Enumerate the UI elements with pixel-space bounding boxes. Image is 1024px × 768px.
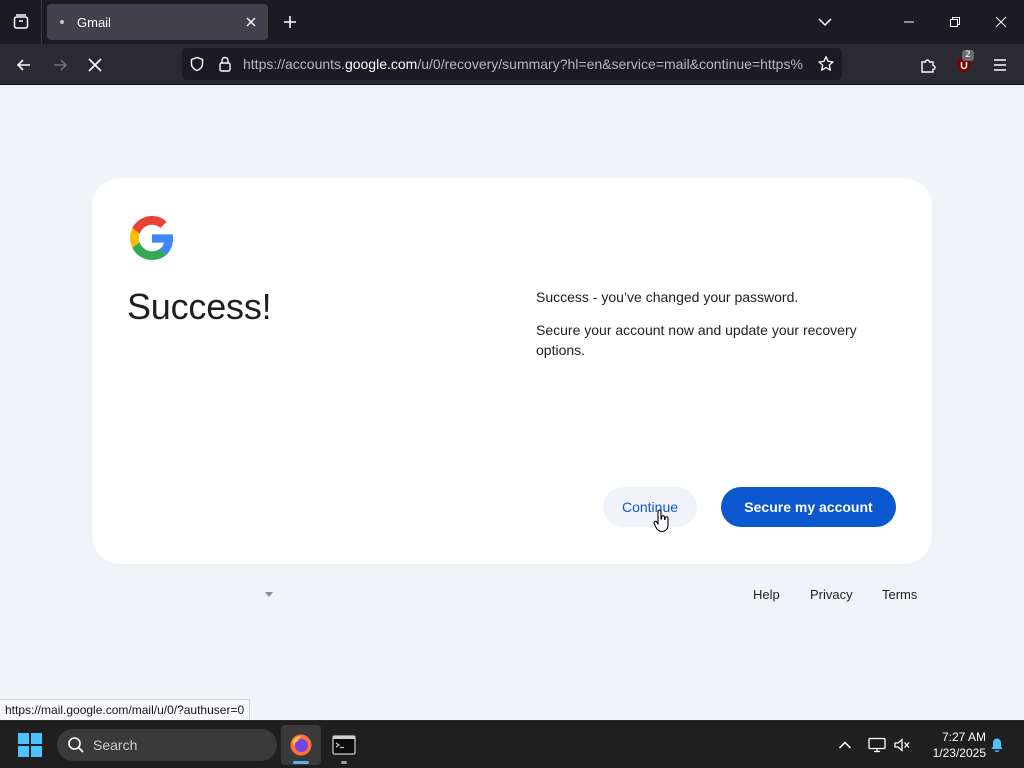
list-all-tabs-icon[interactable] xyxy=(813,10,837,34)
clock-time: 7:27 AM xyxy=(941,730,986,744)
browser-nav-bar: https://accounts.google.com/u/0/recovery… xyxy=(0,44,1024,85)
taskbar: Search 7:27 AM 1/23/2025 xyxy=(0,720,1024,768)
google-logo-icon xyxy=(130,216,174,260)
language-dropdown-caret-icon[interactable] xyxy=(265,592,273,597)
shield-icon[interactable] xyxy=(187,54,207,74)
search-placeholder: Search xyxy=(93,737,138,753)
url-text[interactable]: https://accounts.google.com/u/0/recovery… xyxy=(243,56,811,72)
footer-terms-link[interactable]: Terms xyxy=(882,587,917,602)
bookmark-star-icon[interactable] xyxy=(816,54,836,74)
back-button[interactable] xyxy=(9,50,39,80)
stop-loading-button[interactable] xyxy=(80,50,110,80)
hand-cursor-icon xyxy=(653,509,669,533)
menu-hamburger-icon[interactable] xyxy=(985,50,1015,80)
page-title: Success! xyxy=(127,286,272,327)
extensions-puzzle-icon[interactable] xyxy=(913,50,943,80)
restore-button[interactable] xyxy=(932,0,978,44)
search-icon xyxy=(68,737,84,753)
minimize-button[interactable] xyxy=(886,0,932,44)
language-selector[interactable] xyxy=(106,585,276,605)
firefox-icon xyxy=(290,734,312,756)
continue-button[interactable]: Continue xyxy=(603,487,697,527)
footer-help-link[interactable]: Help xyxy=(753,587,780,602)
close-tab-icon[interactable] xyxy=(242,13,260,31)
running-app-indicator xyxy=(341,761,347,764)
tab-loading-icon xyxy=(60,20,64,24)
extension-badge: 2 xyxy=(962,50,974,61)
footer-privacy-link[interactable]: Privacy xyxy=(810,587,853,602)
volume-muted-icon[interactable] xyxy=(892,735,912,755)
forward-button[interactable] xyxy=(45,50,75,80)
system-clock[interactable]: 7:27 AM 1/23/2025 xyxy=(920,729,986,761)
network-icon[interactable] xyxy=(867,735,887,755)
secure-my-account-button[interactable]: Secure my account xyxy=(721,487,896,527)
url-path: /u/0/recovery/summary?hl=en&service=mail… xyxy=(417,56,803,72)
windows-start-icon[interactable] xyxy=(18,733,42,757)
browser-tab-bar: Gmail xyxy=(0,0,1024,44)
notification-bell-icon[interactable] xyxy=(987,735,1007,755)
clock-date: 1/23/2025 xyxy=(932,746,986,760)
taskbar-terminal[interactable] xyxy=(324,725,364,765)
taskbar-search[interactable]: Search xyxy=(57,729,277,761)
link-status-bar: https://mail.google.com/mail/u/0/?authus… xyxy=(0,699,251,721)
tab-title: Gmail xyxy=(77,15,111,30)
secure-account-message: Secure your account now and update your … xyxy=(536,322,857,358)
tab-list-icon[interactable] xyxy=(0,0,42,44)
tab-gmail[interactable]: Gmail xyxy=(47,4,268,40)
url-bar[interactable]: https://accounts.google.com/u/0/recovery… xyxy=(182,48,842,80)
chevron-up-icon[interactable] xyxy=(835,735,855,755)
active-app-indicator xyxy=(293,761,309,764)
lock-icon[interactable] xyxy=(215,54,235,74)
recovery-success-card: Success! Success - you’ve changed your p… xyxy=(92,178,932,564)
terminal-icon xyxy=(332,735,356,755)
url-host: google.com xyxy=(344,56,418,72)
close-window-button[interactable] xyxy=(978,0,1024,44)
taskbar-firefox[interactable] xyxy=(281,725,321,765)
new-tab-button[interactable] xyxy=(277,9,303,35)
success-message: Success - you’ve changed your password. xyxy=(536,289,799,305)
url-prefix: https://accounts. xyxy=(243,56,345,72)
